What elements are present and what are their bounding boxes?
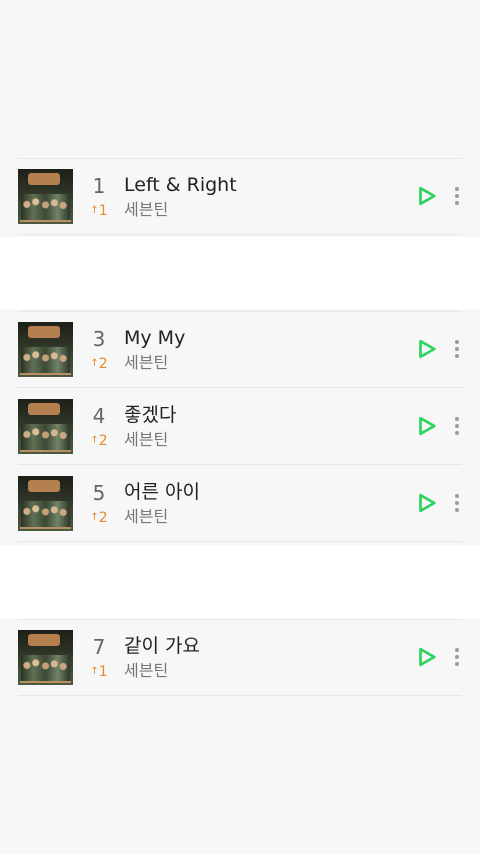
album-art[interactable]	[18, 630, 73, 685]
album-title-mark	[28, 480, 60, 492]
play-button[interactable]	[416, 646, 438, 668]
more-vertical-icon	[455, 508, 459, 512]
album-title-mark	[28, 173, 60, 185]
song-title: 같이 가요	[124, 635, 200, 657]
song-row-7[interactable]: 7 ↑1 같이 가요 세븐틴	[0, 619, 480, 696]
rank-change: ↑2	[86, 509, 112, 527]
rank-change-value: 2	[98, 433, 108, 449]
more-button[interactable]	[448, 490, 466, 514]
artist-name: 세븐틴	[124, 430, 169, 449]
rank-change-value: 1	[98, 664, 108, 680]
chart-song-list: 1 ↑1 Left & Right 세븐틴 3 ↑2 My My 세븐틴 4 ↑…	[0, 0, 480, 854]
rank-change: ↑1	[86, 202, 112, 220]
rank-number: 3	[92, 327, 106, 351]
album-photo	[21, 501, 70, 527]
more-vertical-icon	[455, 648, 459, 652]
more-vertical-icon	[455, 340, 459, 344]
rank-change: ↑2	[86, 432, 112, 450]
song-row-3[interactable]: 3 ↑2 My My 세븐틴	[0, 311, 480, 388]
arrow-up-icon: ↑	[90, 512, 99, 523]
more-vertical-icon	[455, 501, 459, 505]
more-vertical-icon	[455, 201, 459, 205]
album-title-mark	[28, 403, 60, 415]
rank-change: ↑1	[86, 663, 112, 681]
artist-name: 세븐틴	[124, 200, 169, 219]
rank-number: 4	[92, 404, 106, 428]
artist-name: 세븐틴	[124, 507, 169, 526]
song-title: Left & Right	[124, 174, 237, 196]
song-title: 어른 아이	[124, 481, 200, 503]
album-frame	[20, 220, 71, 222]
album-photo	[21, 194, 70, 220]
play-button[interactable]	[416, 185, 438, 207]
song-title: My My	[124, 327, 186, 349]
album-frame	[20, 450, 71, 452]
more-vertical-icon	[455, 424, 459, 428]
arrow-up-icon: ↑	[90, 205, 99, 216]
song-title: 좋겠다	[124, 404, 177, 426]
rank-number: 5	[92, 481, 106, 505]
album-art[interactable]	[18, 399, 73, 454]
more-vertical-icon	[455, 655, 459, 659]
more-vertical-icon	[455, 187, 459, 191]
album-title-mark	[28, 326, 60, 338]
play-icon	[419, 647, 436, 667]
artist-name: 세븐틴	[124, 661, 169, 680]
play-icon	[419, 416, 436, 436]
song-row-5[interactable]: 5 ↑2 어른 아이 세븐틴	[0, 465, 480, 542]
play-icon	[419, 339, 436, 359]
more-vertical-icon	[455, 494, 459, 498]
play-button[interactable]	[416, 415, 438, 437]
play-icon	[419, 493, 436, 513]
rank-number: 1	[92, 174, 106, 198]
more-button[interactable]	[448, 336, 466, 360]
artist-name: 세븐틴	[124, 353, 169, 372]
play-button[interactable]	[416, 338, 438, 360]
more-button[interactable]	[448, 183, 466, 207]
song-row-4[interactable]: 4 ↑2 좋겠다 세븐틴	[0, 388, 480, 465]
album-art[interactable]	[18, 322, 73, 377]
rank-change-value: 2	[98, 356, 108, 372]
more-vertical-icon	[455, 662, 459, 666]
arrow-up-icon: ↑	[90, 435, 99, 446]
song-row-1[interactable]: 1 ↑1 Left & Right 세븐틴	[0, 158, 480, 235]
rank-number: 7	[92, 635, 106, 659]
more-vertical-icon	[455, 431, 459, 435]
album-title-mark	[28, 634, 60, 646]
more-vertical-icon	[455, 347, 459, 351]
rank-change-value: 2	[98, 510, 108, 526]
album-photo	[21, 347, 70, 373]
chart-screen: 1 ↑1 Left & Right 세븐틴 3 ↑2 My My 세븐틴 4 ↑…	[0, 0, 480, 854]
more-vertical-icon	[455, 417, 459, 421]
album-frame	[20, 373, 71, 375]
album-art[interactable]	[18, 476, 73, 531]
album-photo	[21, 424, 70, 450]
more-button[interactable]	[448, 413, 466, 437]
arrow-up-icon: ↑	[90, 666, 99, 677]
arrow-up-icon: ↑	[90, 358, 99, 369]
album-frame	[20, 681, 71, 683]
album-photo	[21, 655, 70, 681]
play-button[interactable]	[416, 492, 438, 514]
play-icon	[419, 186, 436, 206]
album-art[interactable]	[18, 169, 73, 224]
album-frame	[20, 527, 71, 529]
rank-change: ↑2	[86, 355, 112, 373]
more-button[interactable]	[448, 644, 466, 668]
rank-change-value: 1	[98, 203, 108, 219]
more-vertical-icon	[455, 194, 459, 198]
more-vertical-icon	[455, 354, 459, 358]
